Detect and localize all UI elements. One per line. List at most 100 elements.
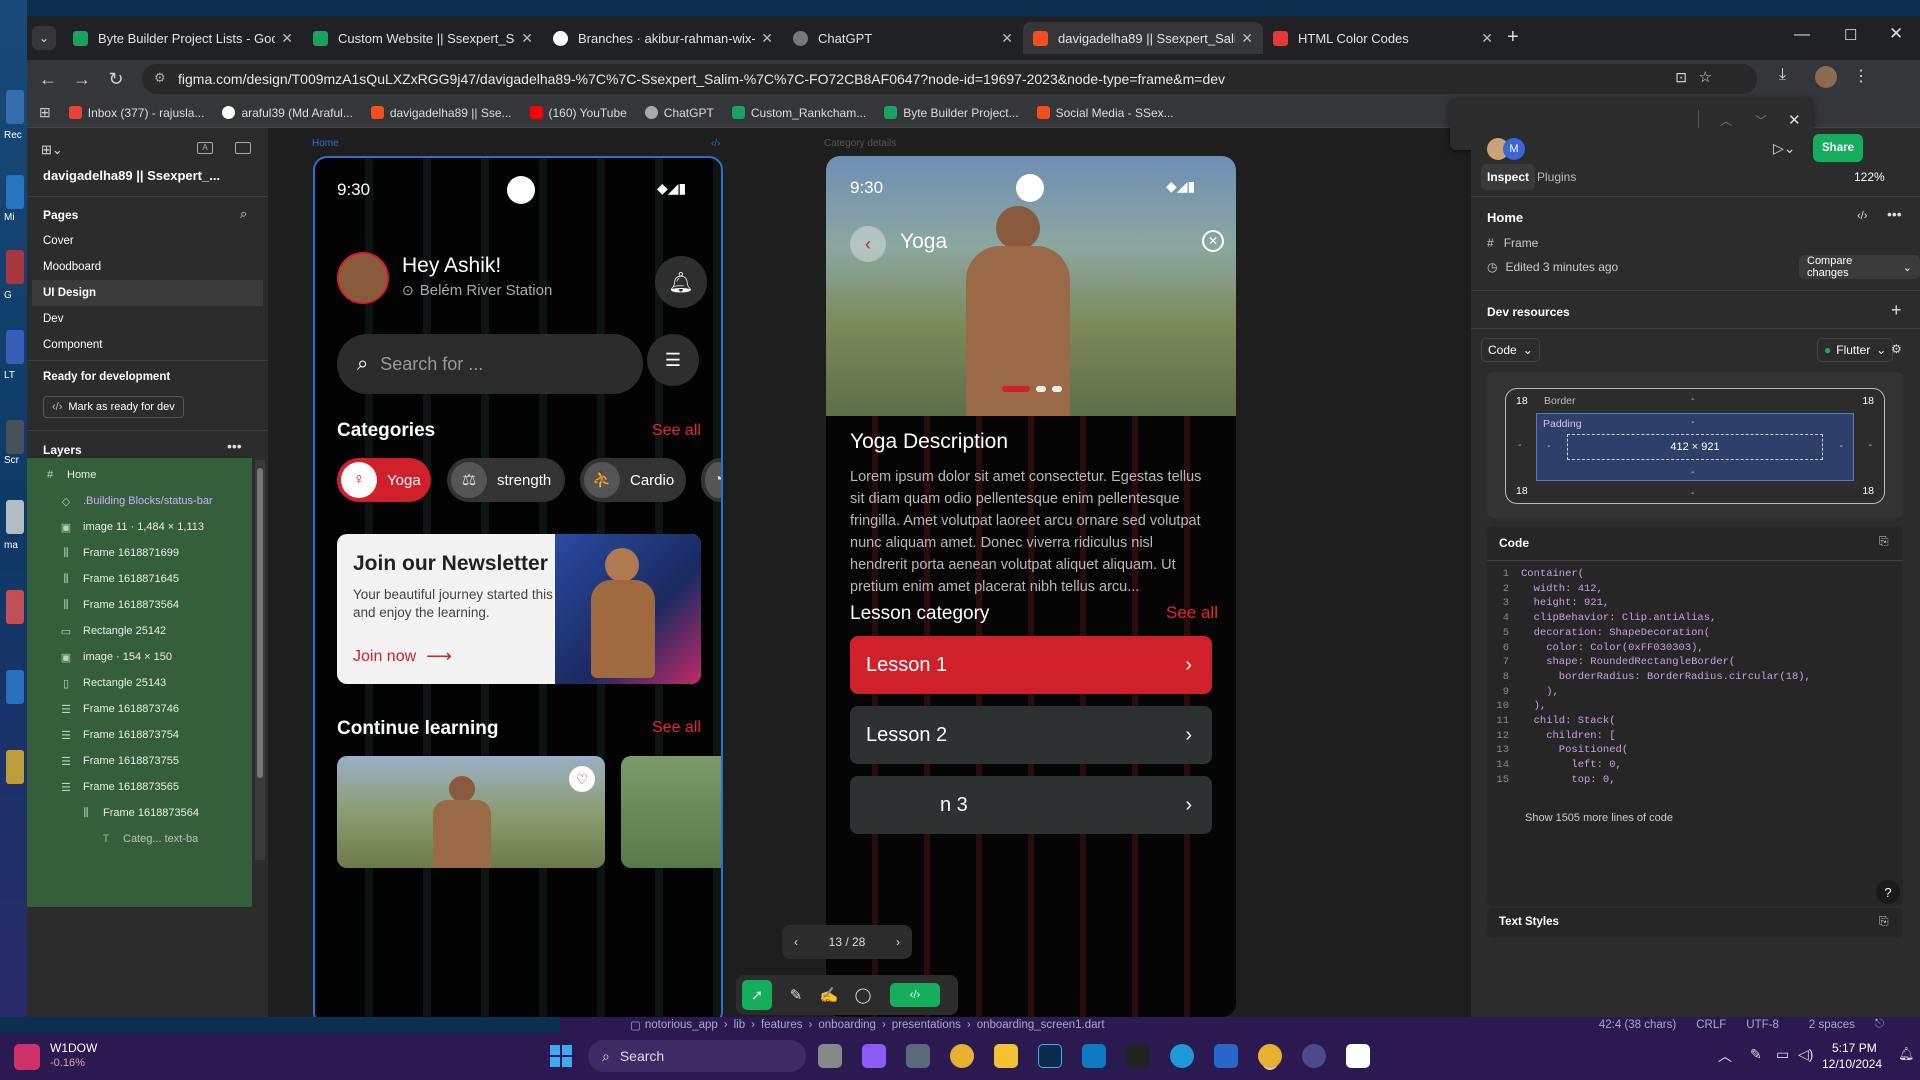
newsletter-card[interactable]: Join our Newsletter Your beautiful journ… bbox=[337, 534, 701, 684]
chrome-icon[interactable] bbox=[950, 1044, 974, 1068]
file-explorer-icon[interactable] bbox=[994, 1044, 1018, 1068]
close-icon[interactable]: ✕ bbox=[521, 30, 533, 47]
close-icon[interactable]: ✕ bbox=[1481, 30, 1493, 47]
back-icon[interactable]: ← bbox=[31, 64, 65, 94]
layer-row[interactable]: ▣ image 11 · 1,484 × 1,113 bbox=[27, 514, 252, 540]
tab-byte-builder[interactable]: Byte Builder Project Lists - Goo ✕ bbox=[63, 22, 303, 54]
lesson-see-all[interactable]: See all bbox=[1166, 603, 1218, 623]
collaborator-avatar-m[interactable]: M bbox=[1503, 138, 1525, 160]
desktop-icon[interactable] bbox=[6, 750, 24, 784]
forward-icon[interactable]: → bbox=[65, 64, 99, 94]
close-icon[interactable]: ✕ bbox=[1001, 30, 1013, 47]
edge-icon[interactable] bbox=[1170, 1044, 1194, 1068]
app-icon[interactable] bbox=[1302, 1044, 1326, 1068]
download-icon[interactable]: ⤓ bbox=[1779, 66, 1786, 84]
find-close-icon[interactable]: ✕ bbox=[1788, 111, 1801, 129]
share-button[interactable]: Share bbox=[1813, 134, 1863, 162]
course-card-1[interactable]: ♡ bbox=[337, 756, 605, 868]
annotate-tool-icon[interactable]: ✍ bbox=[812, 986, 846, 1004]
close-window-icon[interactable]: ✕ bbox=[1889, 24, 1903, 44]
breadcrumb[interactable]: notorious_app bbox=[645, 1019, 718, 1031]
clock-time[interactable]: 5:17 PM bbox=[1832, 1041, 1877, 1055]
desktop-icon[interactable] bbox=[6, 670, 24, 704]
back-arrow-icon[interactable]: ‹ bbox=[850, 226, 886, 262]
category-chip-more[interactable]: ◔ bbox=[701, 458, 721, 502]
carousel-dot-active[interactable] bbox=[1002, 386, 1030, 392]
desktop-icon[interactable] bbox=[6, 330, 24, 364]
copilot-icon[interactable] bbox=[862, 1044, 886, 1068]
page-item-cover[interactable]: Cover bbox=[27, 228, 268, 254]
site-info-icon[interactable]: ⚙ bbox=[154, 70, 166, 86]
layer-row[interactable]: ⫼ Frame 1618873564 bbox=[27, 592, 252, 618]
framework-dropdown[interactable]: ● Flutter ⌄ bbox=[1817, 338, 1894, 362]
add-icon[interactable]: + bbox=[1891, 300, 1902, 321]
volume-icon[interactable]: ◁) bbox=[1798, 1046, 1813, 1063]
chrome-active-icon[interactable] bbox=[1258, 1044, 1282, 1068]
home-frame[interactable]: 9:30 ◆◢▮ Hey Ashik! ⊙ Belém River Station… bbox=[313, 156, 723, 1017]
lesson-item-2[interactable]: Lesson 2 › bbox=[850, 706, 1212, 764]
prev-frame-icon[interactable]: ‹ bbox=[794, 935, 798, 949]
compare-changes-button[interactable]: Compare changes ⌄ bbox=[1799, 255, 1920, 279]
indentation[interactable]: 2 spaces bbox=[1809, 1019, 1855, 1031]
pen-icon[interactable]: ✎ bbox=[1750, 1046, 1762, 1063]
code-block[interactable]: 1 Container(2 width: 412, 3 height: 921, 4 … bbox=[1487, 568, 1903, 798]
tray-chevron-icon[interactable]: ︿ bbox=[1718, 1046, 1732, 1066]
figma-icon[interactable] bbox=[1126, 1044, 1150, 1068]
vscode-icon[interactable] bbox=[1214, 1044, 1238, 1068]
bookmark-item[interactable]: (160) YouTube bbox=[529, 106, 627, 120]
next-frame-icon[interactable]: › bbox=[896, 935, 900, 949]
breadcrumb[interactable]: onboarding_screen1.dart bbox=[977, 1019, 1105, 1031]
breadcrumb[interactable]: onboarding bbox=[818, 1019, 876, 1031]
copy-icon[interactable]: ⎘ bbox=[1879, 534, 1889, 549]
bookmark-item[interactable]: Inbox (377) - rajusla... bbox=[68, 106, 204, 120]
menu-kebab-icon[interactable]: ⋮ bbox=[1853, 66, 1869, 86]
desktop-icon[interactable] bbox=[6, 590, 24, 624]
line-ending[interactable]: CRLF bbox=[1696, 1019, 1726, 1031]
bookmark-item[interactable]: davigadelha89 || Sse... bbox=[370, 106, 512, 120]
figma-menu-icon[interactable]: ⊞⌄ bbox=[41, 142, 63, 158]
feedback-icon[interactable]: ⎋ bbox=[1875, 1018, 1884, 1031]
measure-tool-icon[interactable]: ✎ bbox=[780, 986, 812, 1004]
figma-canvas[interactable]: Home ‹/› Category details 9:30 ◆◢▮ Hey A… bbox=[268, 128, 1471, 1017]
reload-icon[interactable]: ↻ bbox=[99, 64, 133, 94]
tab-figma-active[interactable]: davigadelha89 || Ssexpert_Salim ✕ bbox=[1023, 22, 1263, 54]
desktop-icon[interactable] bbox=[6, 250, 24, 284]
carousel-dot[interactable] bbox=[1052, 386, 1062, 392]
close-circle-icon[interactable]: ✕ bbox=[1202, 230, 1224, 252]
install-icon[interactable]: ⊡ bbox=[1675, 69, 1687, 86]
category-chip-cardio[interactable]: ⛹ Cardio bbox=[580, 458, 686, 502]
layers-scrollbar[interactable] bbox=[255, 460, 265, 860]
layer-row[interactable]: ⫼ Frame 1618871699 bbox=[27, 540, 252, 566]
find-next-icon[interactable]: ﹀ bbox=[1755, 112, 1767, 129]
layer-row[interactable]: ☰ Frame 1618873565 bbox=[27, 774, 252, 800]
page-item-component[interactable]: Component bbox=[27, 332, 268, 358]
address-bar[interactable]: ⚙ figma.com/design/T009mzA1sQuLXZxRGG9j4… bbox=[142, 64, 1757, 94]
layer-row[interactable]: T Categ... text-ba bbox=[27, 826, 252, 852]
more-icon[interactable]: ••• bbox=[227, 438, 242, 454]
show-more-code-link[interactable]: Show 1505 more lines of code bbox=[1525, 812, 1673, 824]
layer-row[interactable]: ▣ image · 154 × 150 bbox=[27, 644, 252, 670]
code-language-dropdown[interactable]: Code ⌄ bbox=[1481, 338, 1540, 362]
move-tool-icon[interactable]: ➚ bbox=[742, 980, 772, 1010]
tab-chatgpt[interactable]: ChatGPT ✕ bbox=[783, 22, 1023, 54]
bookmark-item[interactable]: Custom_Rankcham... bbox=[731, 106, 866, 120]
tab-search-icon[interactable]: ⌄ bbox=[32, 26, 56, 50]
task-view-icon[interactable] bbox=[818, 1044, 842, 1068]
category-chip-yoga[interactable]: ♀ Yoga bbox=[337, 458, 431, 502]
search-input[interactable]: ⌕ Search for ... bbox=[337, 334, 643, 394]
notification-icon[interactable]: 🔔︎ bbox=[1898, 1046, 1915, 1062]
comment-tool-icon[interactable]: ◯ bbox=[846, 986, 880, 1004]
taskbar-search[interactable]: ⌕ Search bbox=[588, 1040, 806, 1072]
desktop-icon[interactable] bbox=[6, 175, 24, 209]
desktop-icon[interactable] bbox=[6, 500, 24, 534]
apps-icon[interactable]: ⊞ bbox=[39, 104, 51, 121]
heart-icon[interactable]: ♡ bbox=[569, 766, 595, 792]
minimize-icon[interactable]: — bbox=[1794, 26, 1810, 44]
categories-see-all[interactable]: See all bbox=[652, 422, 701, 440]
breadcrumb[interactable]: features bbox=[761, 1019, 803, 1031]
stock-widget-icon[interactable] bbox=[14, 1044, 40, 1070]
calculator-icon[interactable] bbox=[906, 1044, 930, 1068]
find-prev-icon[interactable]: ︿ bbox=[1720, 112, 1732, 129]
file-name[interactable]: davigadelha89 || Ssexpert_... bbox=[43, 168, 220, 183]
profile-avatar[interactable] bbox=[1815, 66, 1837, 88]
